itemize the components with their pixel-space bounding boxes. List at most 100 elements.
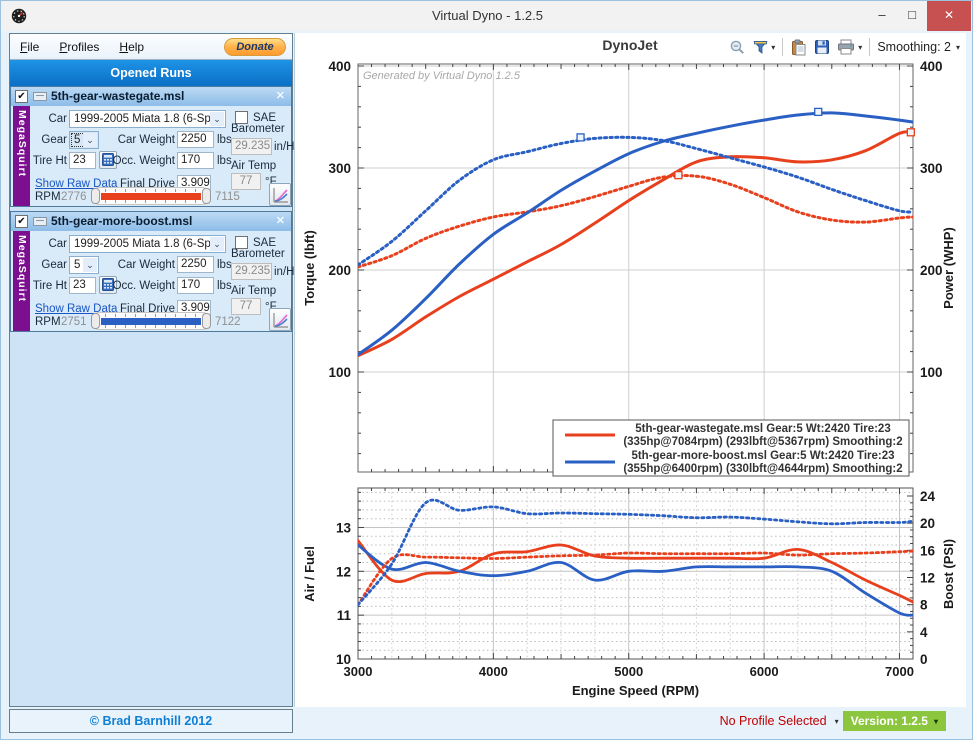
dropdown-icon[interactable]: ⌄ [210, 237, 224, 251]
dyno-graph-icon [273, 312, 289, 329]
lbs-unit: lbs [217, 134, 232, 146]
filter-button[interactable]: ▾ [753, 40, 775, 55]
run-title: 5th-gear-wastegate.msl [51, 89, 184, 103]
lbs-unit: lbs [217, 280, 232, 292]
svg-text:400: 400 [920, 59, 943, 74]
gear-select[interactable]: 5⌄ [69, 256, 99, 274]
gear-label: Gear [31, 134, 67, 146]
svg-text:7000: 7000 [885, 664, 914, 679]
menu-profiles[interactable]: Profiles [59, 40, 99, 54]
toolbar-separator [782, 38, 783, 56]
show-graph-button[interactable] [269, 308, 291, 331]
rpm-label: RPM [35, 316, 61, 328]
rpm-max-value: 7115 [215, 191, 240, 203]
version-dropdown[interactable]: Version: 1.2.5 ▾ [843, 711, 946, 731]
minimize-button[interactable]: – [867, 1, 897, 31]
svg-text:5000: 5000 [614, 664, 643, 679]
run-close-icon[interactable]: ✕ [276, 89, 285, 102]
rpm-slider-handle-right[interactable] [202, 188, 211, 204]
car-weight-field[interactable]: 2250 [177, 256, 214, 273]
occ-weight-field[interactable]: 170 [177, 277, 214, 294]
svg-text:8: 8 [920, 598, 928, 613]
occ-weight-label: Occ. Weight [111, 155, 175, 167]
copy-clipboard-icon[interactable] [790, 39, 807, 56]
close-button[interactable]: ✕ [927, 1, 971, 31]
svg-text:100: 100 [328, 365, 351, 380]
lbs-unit: lbs [217, 155, 232, 167]
svg-text:(335hp@7084rpm) (293lbft@5367r: (335hp@7084rpm) (293lbft@5367rpm) Smooth… [623, 436, 902, 448]
profile-selector[interactable]: No Profile Selected ▾ [720, 714, 839, 728]
svg-text:6000: 6000 [750, 664, 779, 679]
run-enabled-checkbox[interactable]: ✔ [15, 90, 28, 103]
air-temp-field: 77 [231, 298, 261, 315]
svg-text:0: 0 [920, 652, 928, 667]
svg-text:300: 300 [920, 161, 943, 176]
svg-text:4: 4 [920, 625, 928, 640]
zoom-out-icon[interactable] [729, 39, 746, 56]
caret-down-icon: ▾ [956, 43, 960, 52]
svg-text:20: 20 [920, 516, 935, 531]
car-label: Car [31, 238, 67, 250]
smoothing-dropdown[interactable]: Smoothing: 2 ▾ [877, 40, 960, 54]
copyright-text: © Brad Barnhill 2012 [9, 709, 293, 733]
chart-toolbar: ▾ ▾ Smoothing: 2 ▾ [729, 35, 960, 59]
barometer-field: 29.235 [231, 138, 272, 155]
rpm-range-slider[interactable] [91, 312, 211, 330]
rpm-slider-handle-right[interactable] [202, 313, 211, 329]
filter-funnel-icon [753, 40, 768, 55]
tire-field[interactable]: 23 [69, 152, 96, 169]
svg-text:12: 12 [336, 564, 351, 579]
car-weight-field[interactable]: 2250 [177, 131, 214, 148]
dyno-graph-icon [273, 187, 289, 204]
caret-down-icon: ▾ [934, 717, 938, 726]
run-panel-wastegate: ✔ 5th-gear-wastegate.msl ✕ MegaSquirt Ca… [10, 86, 292, 207]
menu-help[interactable]: Help [119, 40, 144, 54]
rpm-slider-fill [101, 193, 201, 200]
main-dyno-chart: 100200300400100200300400Torque (lbft)Pow… [297, 61, 969, 479]
svg-text:13: 13 [336, 520, 352, 535]
barometer-label: Barometer [231, 123, 285, 135]
dropdown-icon[interactable]: ⌄ [210, 112, 224, 126]
maximize-button[interactable]: □ [897, 1, 927, 31]
air-temp-field: 77 [231, 173, 261, 190]
run-enabled-checkbox[interactable]: ✔ [15, 215, 28, 228]
rpm-slider-handle-left[interactable] [91, 313, 100, 329]
run-panel-more-boost: ✔ 5th-gear-more-boost.msl ✕ MegaSquirt C… [10, 211, 292, 332]
air-temp-label: Air Temp [231, 160, 276, 172]
rpm-min-value: 2776 [61, 191, 87, 203]
rpm-slider-fill [101, 318, 201, 325]
svg-text:5th-gear-wastegate.msl Gear:5: 5th-gear-wastegate.msl Gear:5 Wt:2420 Ti… [635, 423, 890, 435]
dropdown-icon[interactable]: ⌄ [83, 258, 97, 272]
print-button[interactable]: ▾ [837, 39, 862, 55]
svg-text:3000: 3000 [344, 664, 373, 679]
donate-button[interactable]: Donate [224, 38, 286, 56]
menu-file[interactable]: File [20, 40, 39, 54]
occ-weight-field[interactable]: 170 [177, 152, 214, 169]
svg-text:300: 300 [328, 161, 351, 176]
dropdown-icon[interactable]: ⌄ [83, 133, 97, 147]
tire-field[interactable]: 23 [69, 277, 96, 294]
car-select[interactable]: 1999-2005 Miata 1.8 (6-Spe⌄ [69, 235, 226, 253]
rpm-range-slider[interactable] [91, 187, 211, 205]
svg-text:100: 100 [920, 365, 943, 380]
caret-down-icon: ▾ [771, 43, 775, 52]
menu-bar: File Profiles Help Donate [10, 34, 292, 60]
save-icon[interactable] [814, 39, 830, 55]
show-graph-button[interactable] [269, 183, 291, 206]
run-file-icon [33, 92, 47, 101]
titlebar: Virtual Dyno - 1.2.5 – □ ✕ [1, 1, 973, 31]
svg-text:400: 400 [328, 59, 351, 74]
run-close-icon[interactable]: ✕ [276, 214, 285, 227]
printer-icon [837, 39, 855, 55]
svg-text:12: 12 [920, 571, 935, 586]
svg-text:Generated by Virtual Dyno 1.2.: Generated by Virtual Dyno 1.2.5 [363, 70, 521, 82]
svg-text:24: 24 [920, 489, 936, 504]
car-select[interactable]: 1999-2005 Miata 1.8 (6-Spe⌄ [69, 110, 226, 128]
rpm-min-value: 2751 [61, 316, 87, 328]
rpm-slider-handle-left[interactable] [91, 188, 100, 204]
svg-text:5th-gear-more-boost.msl Gear:5: 5th-gear-more-boost.msl Gear:5 Wt:2420 T… [631, 450, 894, 462]
gear-select[interactable]: 5⌄ [69, 131, 99, 149]
barometer-field: 29.235 [231, 263, 272, 280]
occ-weight-label: Occ. Weight [111, 280, 175, 292]
gear-label: Gear [31, 259, 67, 271]
